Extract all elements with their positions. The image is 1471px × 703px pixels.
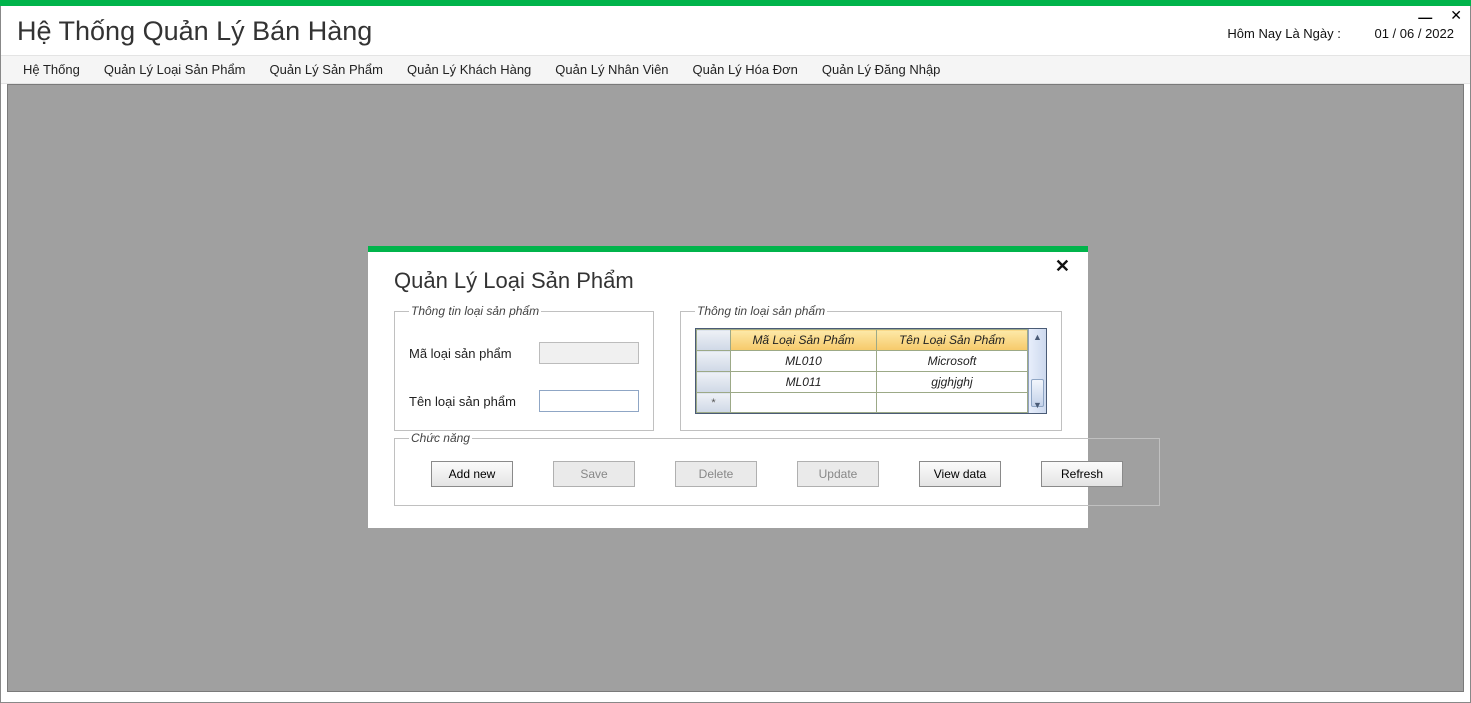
today-date: Hôm Nay Là Ngày : 01 / 06 / 2022 (1197, 16, 1454, 41)
app-title: Hệ Thống Quản Lý Bán Hàng (17, 16, 372, 47)
update-button[interactable]: Update (797, 461, 879, 487)
group-info-left: Thông tin loại sản phẩm Mã loại sản phẩm… (394, 304, 654, 431)
menu-san-pham[interactable]: Quản Lý Sản Phẩm (258, 56, 395, 83)
close-button[interactable]: ✕ (1450, 8, 1462, 22)
menu-hoa-don[interactable]: Quản Lý Hóa Đơn (681, 56, 810, 83)
grid-col-ten[interactable]: Tên Loại Sản Phẩm (876, 330, 1027, 351)
group-info-left-legend: Thông tin loại sản phẩm (409, 304, 541, 318)
group-info-right-legend: Thông tin loại sản phẩm (695, 304, 827, 318)
child-title: Quản Lý Loại Sản Phẩm (394, 268, 1062, 294)
main-window: — ✕ Hệ Thống Quản Lý Bán Hàng Hôm Nay Là… (0, 6, 1471, 703)
group-func-legend: Chức năng (409, 431, 472, 445)
menu-nhan-vien[interactable]: Quản Lý Nhân Viên (543, 56, 680, 83)
table-row[interactable]: ML011 gjghjghj (697, 372, 1028, 393)
delete-button[interactable]: Delete (675, 461, 757, 487)
group-info-right: Thông tin loại sản phẩm Mã Loại Sản Phẩm… (680, 304, 1062, 431)
cell-ma[interactable]: ML010 (731, 351, 877, 372)
table-new-row[interactable]: * (697, 393, 1028, 413)
scroll-up-icon[interactable]: ▲ (1029, 329, 1046, 345)
cell-ten[interactable]: gjghjghj (876, 372, 1027, 393)
today-date-value: 01 / 06 / 2022 (1374, 26, 1454, 41)
input-ma-loai[interactable] (539, 342, 639, 364)
cell-ten-empty[interactable] (876, 393, 1027, 413)
table-row[interactable]: ML010 Microsoft (697, 351, 1028, 372)
grid-scrollbar[interactable]: ▲ ▼ (1028, 329, 1046, 413)
mdi-area: ✕ Quản Lý Loại Sản Phẩm Thông tin loại s… (7, 84, 1464, 692)
row-header-new[interactable]: * (697, 393, 731, 413)
input-ten-loai[interactable] (539, 390, 639, 412)
menu-he-thong[interactable]: Hệ Thống (11, 56, 92, 83)
cell-ma[interactable]: ML011 (731, 372, 877, 393)
child-close-button[interactable]: ✕ (1055, 256, 1070, 277)
label-ten-loai: Tên loại sản phẩm (409, 394, 539, 409)
group-func: Chức năng Add new Save Delete Update Vie… (394, 431, 1160, 506)
grid-corner[interactable] (697, 330, 731, 351)
minimize-button[interactable]: — (1418, 10, 1432, 24)
menu-khach-hang[interactable]: Quản Lý Khách Hàng (395, 56, 543, 83)
label-ma-loai: Mã loại sản phẩm (409, 346, 539, 361)
menu-dang-nhap[interactable]: Quản Lý Đăng Nhập (810, 56, 953, 83)
menu-loai-san-pham[interactable]: Quản Lý Loại Sản Phẩm (92, 56, 258, 83)
refresh-button[interactable]: Refresh (1041, 461, 1123, 487)
today-date-label: Hôm Nay Là Ngày : (1227, 26, 1340, 41)
row-header[interactable] (697, 372, 731, 393)
add-new-button[interactable]: Add new (431, 461, 513, 487)
menubar: Hệ Thống Quản Lý Loại Sản Phẩm Quản Lý S… (1, 55, 1470, 84)
cell-ma-empty[interactable] (731, 393, 877, 413)
view-data-button[interactable]: View data (919, 461, 1001, 487)
data-grid[interactable]: Mã Loại Sản Phẩm Tên Loại Sản Phẩm ML010… (695, 328, 1047, 414)
scroll-down-icon[interactable]: ▼ (1029, 397, 1046, 413)
save-button[interactable]: Save (553, 461, 635, 487)
row-header[interactable] (697, 351, 731, 372)
cell-ten[interactable]: Microsoft (876, 351, 1027, 372)
grid-col-ma[interactable]: Mã Loại Sản Phẩm (731, 330, 877, 351)
child-window: ✕ Quản Lý Loại Sản Phẩm Thông tin loại s… (368, 246, 1088, 528)
